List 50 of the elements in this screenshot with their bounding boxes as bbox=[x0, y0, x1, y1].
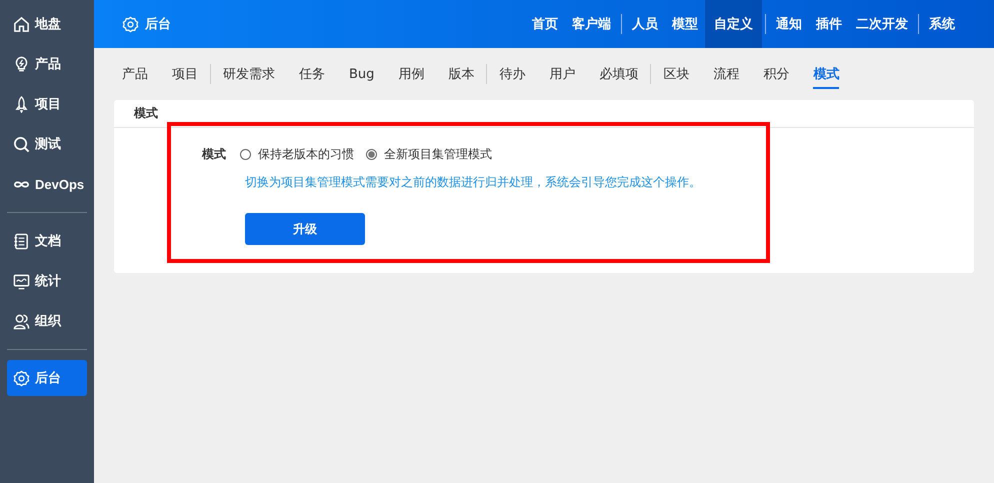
settings-icon bbox=[13, 370, 30, 386]
monitor-chart-icon bbox=[13, 272, 30, 290]
search-icon bbox=[13, 136, 30, 152]
sub-tab[interactable]: 研发需求 bbox=[223, 59, 275, 89]
nav-tab[interactable]: 插件 bbox=[809, 0, 849, 48]
sidebar-item[interactable]: 组织 bbox=[7, 303, 87, 339]
nav-tab[interactable]: 通知 bbox=[769, 0, 809, 48]
sub-tab[interactable]: 产品 bbox=[122, 59, 148, 89]
users-icon bbox=[13, 312, 30, 330]
nav-tab[interactable]: 系统 bbox=[922, 0, 962, 48]
nav-tab[interactable]: 模型 bbox=[665, 0, 705, 48]
sub-tab[interactable]: 任务 bbox=[299, 59, 325, 89]
page-title: 后台 bbox=[145, 16, 171, 33]
sidebar-item[interactable]: 项目 bbox=[7, 86, 87, 122]
sub-tab[interactable]: 版本 bbox=[448, 59, 474, 89]
hint-text: 切换为项目集管理模式需要对之前的数据进行归并处理，系统会引导您完成这个操作。 bbox=[245, 174, 702, 191]
sub-tab[interactable]: 待办 bbox=[499, 59, 526, 89]
sidebar-item[interactable]: 文档 bbox=[7, 223, 87, 259]
sub-tab[interactable]: 积分 bbox=[763, 59, 790, 89]
lightbulb-icon bbox=[13, 56, 30, 72]
sidebar-item[interactable]: 产品 bbox=[7, 46, 87, 82]
nav-tab[interactable]: 二次开发 bbox=[849, 0, 915, 48]
radio-button[interactable] bbox=[240, 149, 251, 160]
document-icon bbox=[13, 232, 30, 250]
radio-option[interactable]: 保持老版本的习惯 bbox=[240, 146, 354, 163]
upgrade-button[interactable]: 升级 bbox=[245, 213, 365, 245]
panel-title: 模式 bbox=[134, 105, 158, 122]
nav-tab[interactable]: 自定义 bbox=[705, 0, 762, 48]
nav-tab[interactable]: 客户端 bbox=[565, 0, 618, 48]
sub-tab[interactable]: 用户 bbox=[549, 59, 576, 89]
sidebar-item[interactable]: 测试 bbox=[7, 126, 87, 162]
sidebar-item[interactable]: DevOps bbox=[7, 166, 87, 202]
sub-tab[interactable]: 用例 bbox=[398, 59, 424, 89]
sub-tab[interactable]: 区块 bbox=[663, 59, 690, 89]
radio-button[interactable] bbox=[366, 149, 377, 160]
sub-tab[interactable]: 必填项 bbox=[599, 59, 638, 89]
field-label: 模式 bbox=[202, 146, 226, 163]
sidebar-item[interactable]: 地盘 bbox=[7, 6, 87, 42]
sub-tab[interactable]: 模式 bbox=[813, 59, 840, 89]
sub-tab[interactable]: 项目 bbox=[172, 59, 198, 89]
nav-tab[interactable]: 首页 bbox=[525, 0, 565, 48]
sub-tab[interactable]: 流程 bbox=[713, 59, 740, 89]
sidebar-item[interactable]: 统计 bbox=[7, 263, 87, 299]
sub-tab[interactable]: Bug bbox=[349, 60, 374, 88]
settings-icon bbox=[122, 16, 139, 32]
option-label: 保持老版本的习惯 bbox=[258, 146, 354, 163]
sidebar-item[interactable]: 后台 bbox=[7, 360, 87, 396]
home-icon bbox=[13, 16, 30, 32]
nav-tab[interactable]: 人员 bbox=[625, 0, 665, 48]
rocket-icon bbox=[13, 96, 30, 112]
